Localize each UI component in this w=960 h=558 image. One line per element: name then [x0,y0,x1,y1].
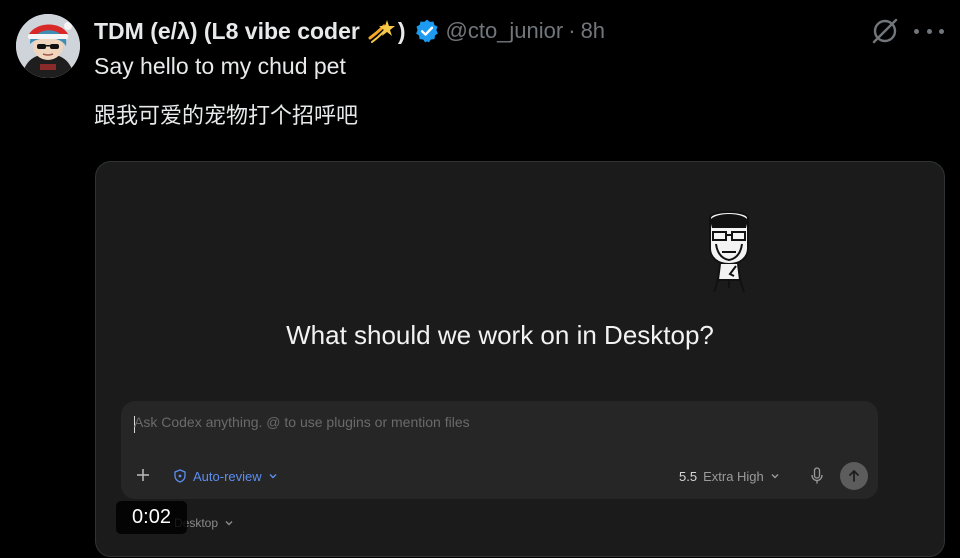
auto-review-label: Auto-review [193,468,262,484]
verified-badge-icon[interactable] [414,18,440,44]
codex-composer[interactable]: Auto-review 5.5 Extra High [121,401,878,499]
tweet-page: TDM (e/λ) (L8 vibe coder ) @cto_junior ·… [0,0,960,558]
model-version: 5.5 [679,468,698,484]
model-selector[interactable]: 5.5 Extra High [679,465,780,487]
display-name-close: ) [397,17,406,44]
codex-headline: What should we work on in Desktop? [286,320,714,350]
send-button[interactable] [840,462,868,490]
more-dot [939,28,944,34]
shield-icon [174,469,186,483]
chevron-down-icon [225,521,233,526]
user-handle[interactable]: @cto_junior [446,18,564,44]
codex-prompt-input[interactable] [134,414,734,430]
video-media[interactable]: What should we work on in Desktop? Auto-… [95,161,945,557]
display-name[interactable]: TDM (e/λ) (L8 vibe coder [94,18,360,45]
avatar[interactable] [16,14,80,78]
chevron-down-icon [269,474,277,479]
more-dot [926,28,932,34]
tweet-text: Say hello to my chud pet [94,53,346,79]
more-options-icon[interactable] [914,18,944,44]
auto-review-dropdown[interactable]: Auto-review [173,465,278,487]
arrow-up-icon [849,470,859,482]
microphone-icon[interactable] [811,467,823,485]
chevron-down-icon [771,474,779,479]
separator-dot: · [568,18,576,43]
more-dot [914,28,919,34]
grok-icon[interactable] [870,16,900,46]
post-time[interactable]: 8h [581,18,605,44]
tweet-text-translation: 跟我可爱的宠物打个招呼吧 [94,103,359,128]
video-timestamp: 0:02 [116,501,187,534]
tweet-header: TDM (e/λ) (L8 vibe coder ) @cto_junior ·… [94,14,605,48]
chud-pet-sprite [700,208,758,294]
plus-icon[interactable] [135,467,151,483]
shooting-star-icon [368,18,396,44]
avatar-image [16,14,80,78]
reasoning-effort: Extra High [703,468,764,484]
